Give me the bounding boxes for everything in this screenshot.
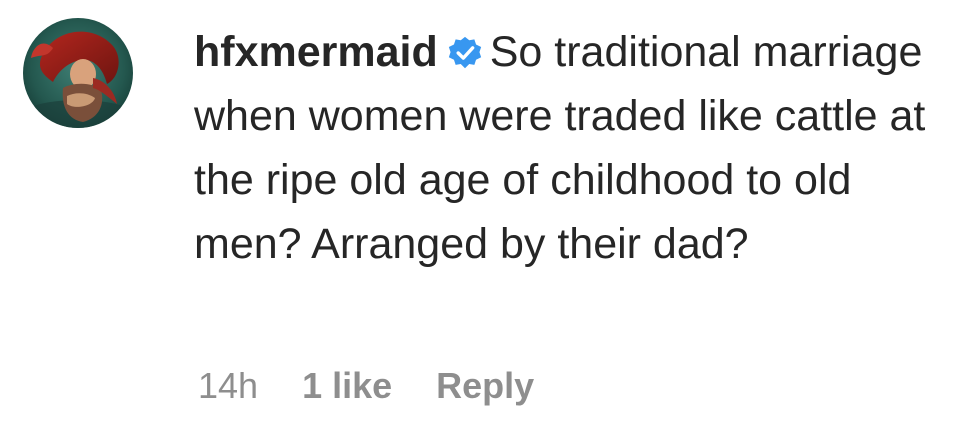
comment-text-block: hfxmermaid So traditional marriage when …: [194, 20, 964, 276]
timestamp: 14h: [198, 365, 259, 406]
comment-body: hfxmermaid So traditional marriage when …: [194, 20, 964, 276]
avatar-image: [23, 18, 133, 128]
verified-badge-icon: [448, 36, 481, 69]
comment-meta: 14h 1 like Reply: [198, 365, 534, 407]
username-link[interactable]: hfxmermaid: [194, 28, 438, 76]
reply-button[interactable]: Reply: [436, 365, 534, 407]
avatar[interactable]: [23, 18, 133, 128]
likes-count[interactable]: 1 like: [302, 365, 392, 407]
comment: hfxmermaid So traditional marriage when …: [0, 0, 980, 441]
